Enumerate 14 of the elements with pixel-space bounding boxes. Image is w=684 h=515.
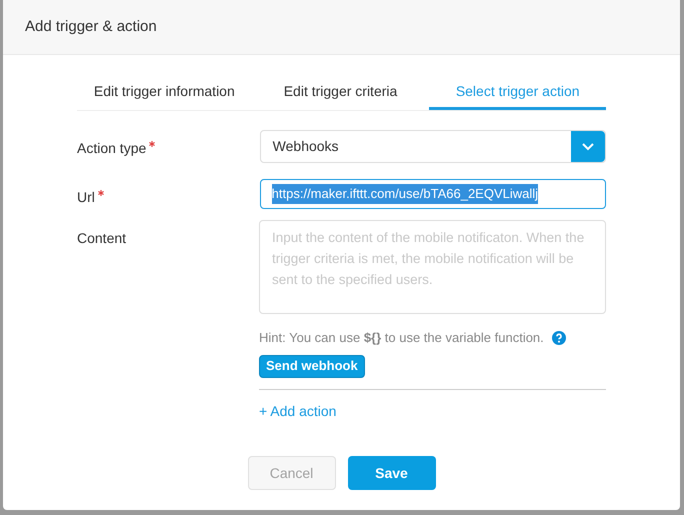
tab[interactable]: Edit trigger information	[77, 75, 252, 110]
hint-text: Hint: You can use ${} to use the variable function.	[259, 329, 544, 347]
help-icon	[552, 330, 566, 345]
content-label: Content	[77, 229, 126, 248]
save-button[interactable]: Save	[348, 456, 436, 490]
send-webhook-button[interactable]: Send webhook	[259, 354, 365, 378]
action-type-dropdown[interactable]: Webhooks	[260, 130, 606, 163]
url-field[interactable]: https://maker.ifttt.com/use/bTA66_2EQVLiwallj	[260, 179, 606, 209]
tab[interactable]: Edit trigger criteria	[252, 75, 430, 110]
add-action-link[interactable]: + Add action	[259, 401, 336, 422]
dialog-title: Add trigger & action	[25, 16, 157, 37]
tab[interactable]: Select trigger action	[429, 75, 606, 110]
url-label: Url	[77, 188, 95, 207]
chevron-down-icon	[571, 131, 605, 162]
